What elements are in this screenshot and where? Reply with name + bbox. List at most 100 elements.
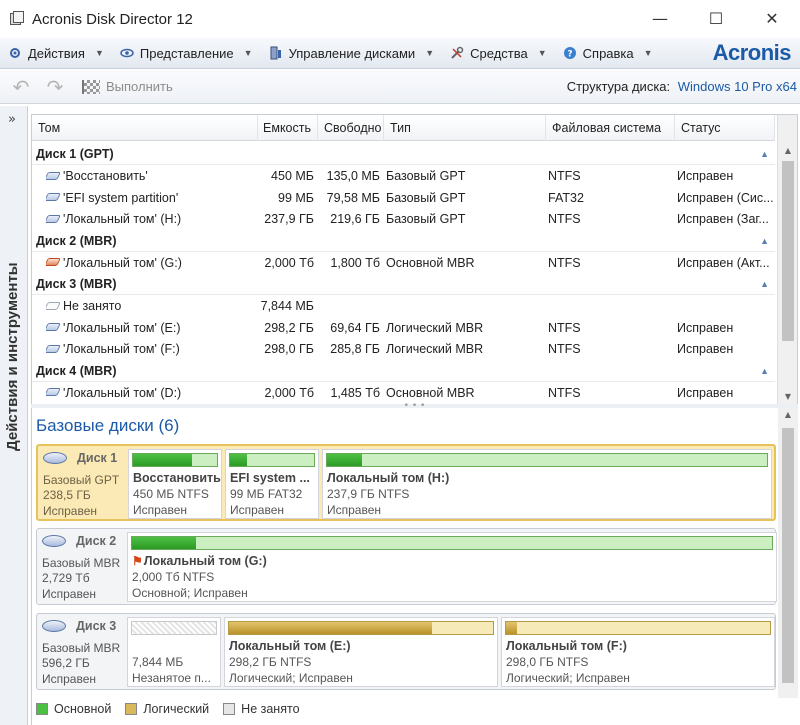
- column-volume[interactable]: Том: [32, 115, 258, 141]
- legend-swatch: [125, 703, 138, 715]
- partition-name: EFI system ...: [230, 471, 310, 485]
- volume-icon: [46, 344, 61, 353]
- menu-help-label: Справка: [582, 45, 634, 61]
- cell-type: Логический MBR: [386, 342, 484, 356]
- partition-usage-bar: [229, 453, 315, 467]
- disk-block[interactable]: Диск 3 Базовый MBR 596,2 ГБ Исправен 7,844 М…: [36, 613, 776, 690]
- partition-status: Незанятое п...: [132, 671, 211, 685]
- expand-icon[interactable]: »: [8, 112, 16, 127]
- disk-structure-link[interactable]: Windows 10 Pro x64: [678, 79, 797, 94]
- table-group-row[interactable]: Диск 2 (MBR) ▲: [32, 231, 775, 252]
- volume-name: 'Локальный том' (H:): [63, 212, 182, 226]
- partition-usage-fill: [133, 454, 192, 466]
- redo-button[interactable]: ↷: [42, 74, 68, 100]
- cell-volume: 'Локальный том' (G:): [46, 253, 258, 274]
- table-row[interactable]: 'Локальный том' (F:) 298,0 ГБ 285,8 ГБ Логи…: [32, 339, 775, 360]
- collapse-icon[interactable]: ▲: [760, 144, 769, 165]
- cell-status: Исправен: [677, 385, 734, 400]
- partition-name-text: Локальный том (E:): [229, 639, 351, 653]
- scroll-thumb[interactable]: [782, 428, 794, 683]
- partition-block[interactable]: EFI system ... 99 МБ FAT32 Исправен: [225, 449, 319, 519]
- table-scrollbar[interactable]: ▲ ▼: [777, 115, 797, 405]
- undo-button[interactable]: ↶: [8, 74, 34, 100]
- disks-scrollbar[interactable]: ▲: [778, 408, 798, 698]
- scroll-up-icon[interactable]: ▲: [778, 143, 797, 159]
- menu-disk-management-label: Управление дисками: [288, 45, 416, 61]
- menu-bar: Действия ▼ Представление ▼ Управление диск…: [0, 38, 800, 69]
- disk-name: Диск 2: [76, 534, 117, 548]
- column-capacity[interactable]: Емкость: [258, 115, 318, 141]
- partition-name-text: Восстановить: [133, 471, 221, 485]
- scroll-thumb[interactable]: [782, 161, 794, 341]
- group-name: Диск 2 (MBR): [36, 233, 117, 248]
- disk-status: Исправен: [43, 504, 98, 518]
- side-panel-title: Действия и инструменты: [4, 262, 21, 451]
- partition-name: Локальный том (H:): [327, 471, 449, 485]
- table-row[interactable]: 'Локальный том' (G:) 2,000 Тб 1,800 Тб Осно…: [32, 253, 775, 274]
- volumes-table: Том Емкость Свободно Тип Файловая систем…: [31, 114, 798, 406]
- svg-text:?: ?: [567, 50, 572, 60]
- partition-block[interactable]: Локальный том (E:) 298,2 ГБ NTFS Логически…: [224, 617, 498, 687]
- collapse-icon[interactable]: ▲: [760, 231, 769, 252]
- partition-name-text: Локальный том (G:): [143, 554, 267, 568]
- column-filesystem[interactable]: Файловая система: [546, 115, 675, 141]
- partition-usage-fill: [327, 454, 363, 466]
- cell-capacity: 298,0 ГБ: [264, 342, 314, 356]
- partition-name-text: Локальный том (H:): [327, 471, 450, 485]
- cell-volume: 'Восстановить': [46, 166, 258, 187]
- close-button[interactable]: ✕: [744, 0, 800, 36]
- column-status[interactable]: Статус: [675, 115, 775, 141]
- partition-usage-fill: [229, 622, 433, 634]
- menu-help[interactable]: ? Справка ▼: [555, 38, 661, 68]
- scroll-down-icon[interactable]: ▼: [778, 389, 797, 405]
- partition-size: 2,000 Тб NTFS: [132, 570, 215, 584]
- collapse-icon[interactable]: ▲: [760, 361, 769, 382]
- legend-swatch: [36, 703, 48, 715]
- help-icon: ?: [563, 47, 576, 60]
- cell-filesystem: NTFS: [548, 169, 581, 183]
- partition-block[interactable]: Локальный том (H:) 237,9 ГБ NTFS Исправен: [322, 449, 772, 519]
- volume-icon: [46, 171, 61, 180]
- legend: Основной Логический Не занято: [36, 698, 796, 720]
- table-row[interactable]: 'Восстановить' 450 МБ 135,0 МБ Базовый GPT N…: [32, 166, 775, 187]
- actions-icon: [10, 48, 20, 58]
- actions-side-panel[interactable]: » Действия и инструменты: [0, 106, 28, 725]
- table-group-row[interactable]: Диск 3 (MBR) ▲: [32, 274, 775, 295]
- execute-button[interactable]: Выполнить: [82, 79, 173, 94]
- table-group-row[interactable]: Диск 4 (MBR) ▲: [32, 361, 775, 382]
- menu-tools[interactable]: Средства ▼: [442, 38, 555, 68]
- partition-status: Исправен: [133, 503, 188, 517]
- column-type[interactable]: Тип: [384, 115, 546, 141]
- partition-block[interactable]: 7,844 МБ Незанятое п...: [127, 617, 221, 687]
- disk-manage-icon: [270, 46, 281, 60]
- table-row[interactable]: Не занято 7,844 МБ: [32, 296, 775, 317]
- menu-actions[interactable]: Действия ▼: [0, 38, 112, 68]
- cell-volume: 'Локальный том' (H:): [46, 209, 258, 230]
- disk-structure: Структура диска: Windows 10 Pro x64: [567, 79, 797, 94]
- table-row[interactable]: 'EFI system partition' 99 МБ 79,58 МБ Базов…: [32, 188, 775, 209]
- table-group-row[interactable]: Диск 1 (GPT) ▲: [32, 144, 775, 165]
- minimize-button[interactable]: —: [632, 0, 688, 36]
- disk-size: 596,2 ГБ: [42, 656, 90, 670]
- cell-type: Логический MBR: [386, 320, 484, 335]
- volume-name: 'Локальный том' (D:): [63, 385, 182, 400]
- maximize-button[interactable]: ☐: [688, 0, 744, 36]
- menu-view[interactable]: Представление ▼: [112, 38, 261, 68]
- disk-block[interactable]: Диск 1 Базовый GPT 238,5 ГБ Исправен Восстан…: [36, 444, 776, 521]
- disk-status: Исправен: [42, 672, 97, 686]
- scroll-up-icon[interactable]: ▲: [778, 410, 798, 419]
- table-row[interactable]: 'Локальный том' (H:) 237,9 ГБ 219,6 ГБ Базо…: [32, 209, 775, 230]
- table-row[interactable]: 'Локальный том' (E:) 298,2 ГБ 69,64 ГБ Логи…: [32, 318, 775, 339]
- partition-block[interactable]: Восстановить 450 МБ NTFS Исправен: [128, 449, 222, 519]
- partition-size: 7,844 МБ: [132, 655, 184, 669]
- partition-usage-bar: [505, 621, 771, 635]
- partition-name: Восстановить: [133, 471, 221, 485]
- chevron-down-icon: ▼: [643, 48, 653, 58]
- collapse-icon[interactable]: ▲: [760, 274, 769, 295]
- disk-block[interactable]: Диск 2 Базовый MBR 2,729 Тб Исправен ⚑Локаль…: [36, 528, 777, 605]
- partition-block[interactable]: ⚑Локальный том (G:) 2,000 Тб NTFS Основной…: [127, 532, 777, 602]
- menu-disk-management[interactable]: Управление дисками ▼: [261, 38, 443, 68]
- column-free[interactable]: Свободно: [318, 115, 384, 141]
- partition-block[interactable]: Локальный том (F:) 298,0 ГБ NTFS Логически…: [501, 617, 775, 687]
- partition-usage-bar: [326, 453, 768, 467]
